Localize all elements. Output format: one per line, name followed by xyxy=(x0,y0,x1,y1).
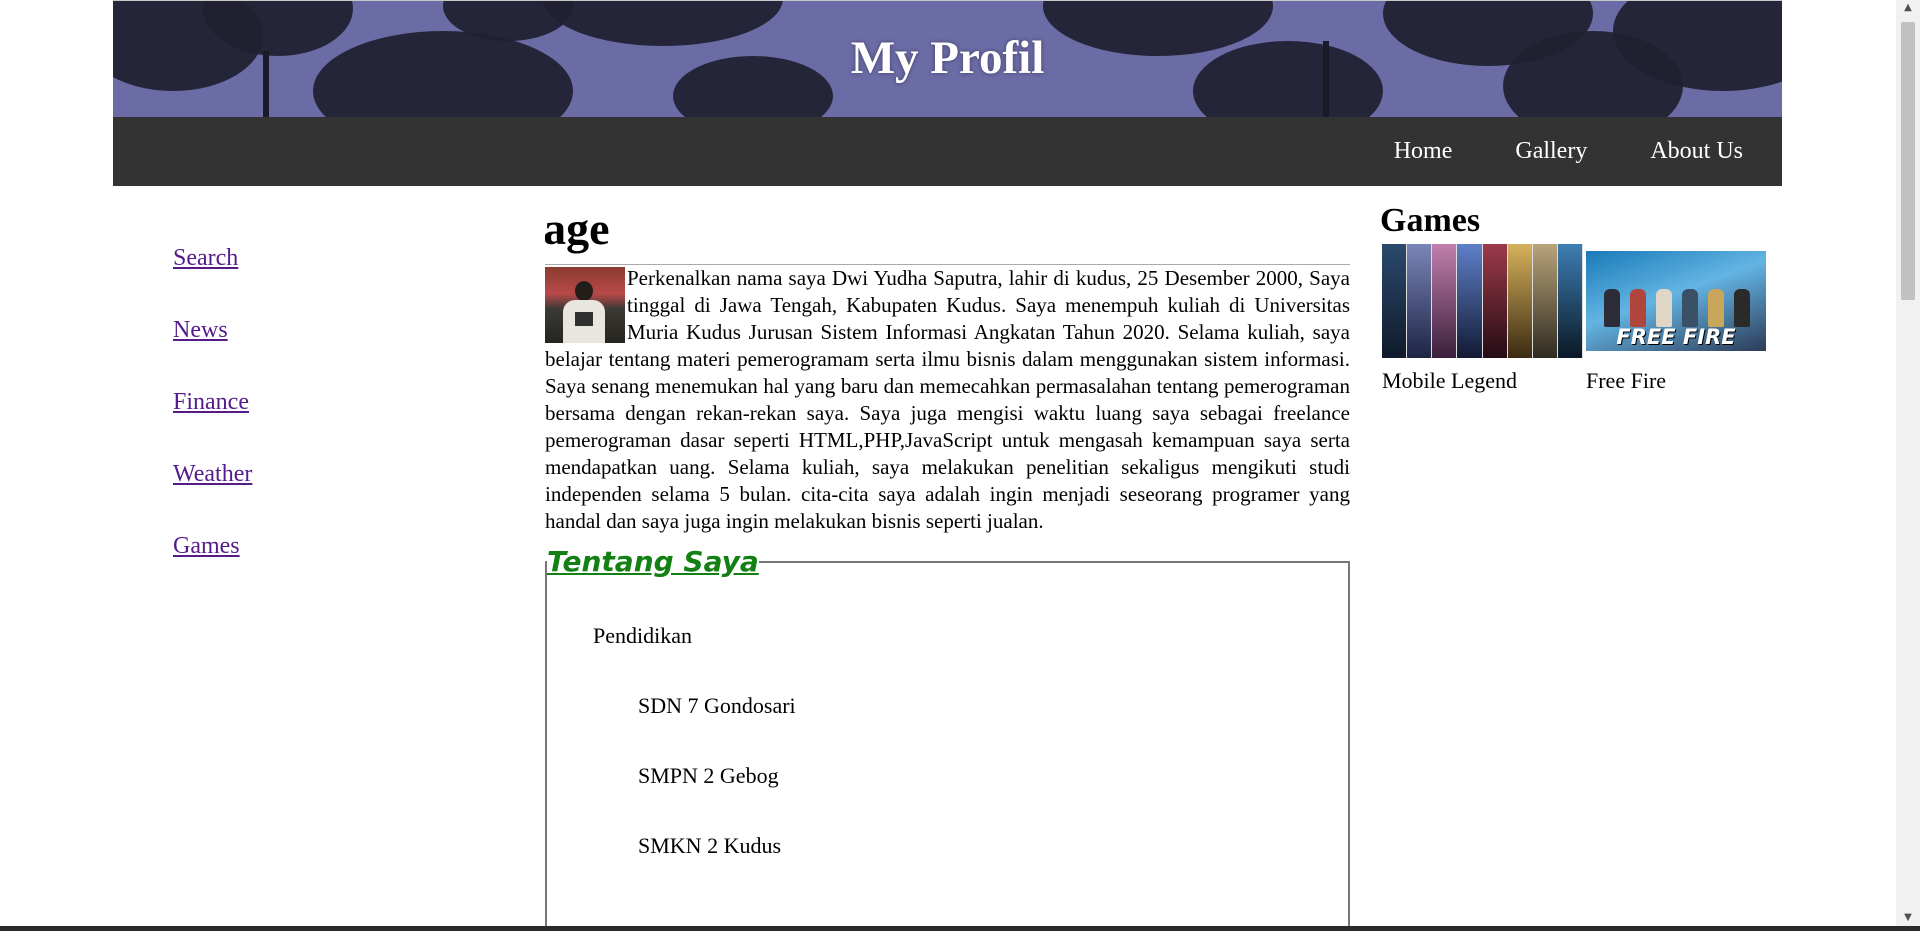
hero-strip xyxy=(1557,244,1583,358)
intro-paragraph: Perkenalkan nama saya Dwi Yudha Saputra,… xyxy=(545,265,1350,535)
games-thumbnails: Mobile Legend FREE FIRE Free Fire xyxy=(1380,244,1782,394)
game-card-free-fire[interactable]: FREE FIRE Free Fire xyxy=(1586,244,1766,394)
games-panel: Games Mobile Legend FREE FIRE Free Fire xyxy=(1380,200,1782,394)
character-figure xyxy=(1604,289,1620,327)
character-figure xyxy=(1630,289,1646,327)
game-caption: Free Fire xyxy=(1586,368,1667,393)
school-item: SDN 7 Gondosari xyxy=(638,693,796,718)
about-legend: Tentang Saya xyxy=(547,545,759,578)
nav-about-us[interactable]: About Us xyxy=(1650,138,1743,165)
game-card-mobile-legend[interactable]: Mobile Legend xyxy=(1382,244,1583,394)
free-fire-image[interactable]: FREE FIRE xyxy=(1586,251,1766,351)
game-caption: Mobile Legend xyxy=(1382,368,1518,393)
page-header: My Profil Home Gallery About Us xyxy=(113,0,1782,186)
scroll-down-arrow-icon[interactable]: ▼ xyxy=(1896,912,1920,923)
vertical-scrollbar[interactable]: ▲ ▼ xyxy=(1896,0,1920,931)
sidebar-link-news[interactable]: News xyxy=(173,315,252,387)
main-content: Homepage Perkenalkan nama saya Dwi Yudha… xyxy=(545,200,1350,931)
character-figure xyxy=(1656,289,1672,327)
mobile-legend-image[interactable] xyxy=(1382,244,1583,358)
character-figure xyxy=(1682,289,1698,327)
free-fire-logo: FREE FIRE xyxy=(1616,325,1736,349)
photo-shirt-print xyxy=(575,312,593,326)
school-item: SMPN 2 Gebog xyxy=(638,763,779,788)
education-title: Pendidikan xyxy=(593,623,692,648)
hero-strip xyxy=(1407,244,1433,358)
top-navbar: Home Gallery About Us xyxy=(113,117,1782,186)
sidebar-link-weather[interactable]: Weather xyxy=(173,459,252,531)
nav-gallery[interactable]: Gallery xyxy=(1515,138,1587,165)
character-figure xyxy=(1734,289,1750,327)
profile-photo xyxy=(545,267,625,343)
sidebar-link-finance[interactable]: Finance xyxy=(173,387,252,459)
intro-text: Perkenalkan nama saya Dwi Yudha Saputra,… xyxy=(545,266,1350,533)
hero-strip xyxy=(1532,244,1558,358)
games-title: Games xyxy=(1380,202,1481,239)
sidebar-menu: Search News Finance Weather Games xyxy=(173,243,252,603)
page-title: My Profil xyxy=(850,32,1045,84)
main-heading: Homepage xyxy=(545,203,610,254)
hero-strip xyxy=(1457,244,1483,358)
window-bottom-edge xyxy=(0,926,1920,931)
hero-strip xyxy=(1432,244,1458,358)
header-banner: My Profil xyxy=(113,0,1782,117)
sidebar-link-games[interactable]: Games xyxy=(173,531,252,603)
nav-home[interactable]: Home xyxy=(1394,138,1453,165)
hero-strip xyxy=(1482,244,1508,358)
character-figure xyxy=(1708,289,1724,327)
photo-head xyxy=(575,281,593,301)
hero-strip xyxy=(1382,244,1408,358)
scroll-up-arrow-icon[interactable]: ▲ xyxy=(1896,2,1920,13)
about-fieldset: Tentang Saya Pendidikan SDN 7 Gondosari … xyxy=(545,545,1350,931)
scrollbar-thumb[interactable] xyxy=(1901,22,1915,300)
hero-strip xyxy=(1507,244,1533,358)
sidebar-link-search[interactable]: Search xyxy=(173,243,252,315)
school-item: SMKN 2 Kudus xyxy=(638,833,782,858)
